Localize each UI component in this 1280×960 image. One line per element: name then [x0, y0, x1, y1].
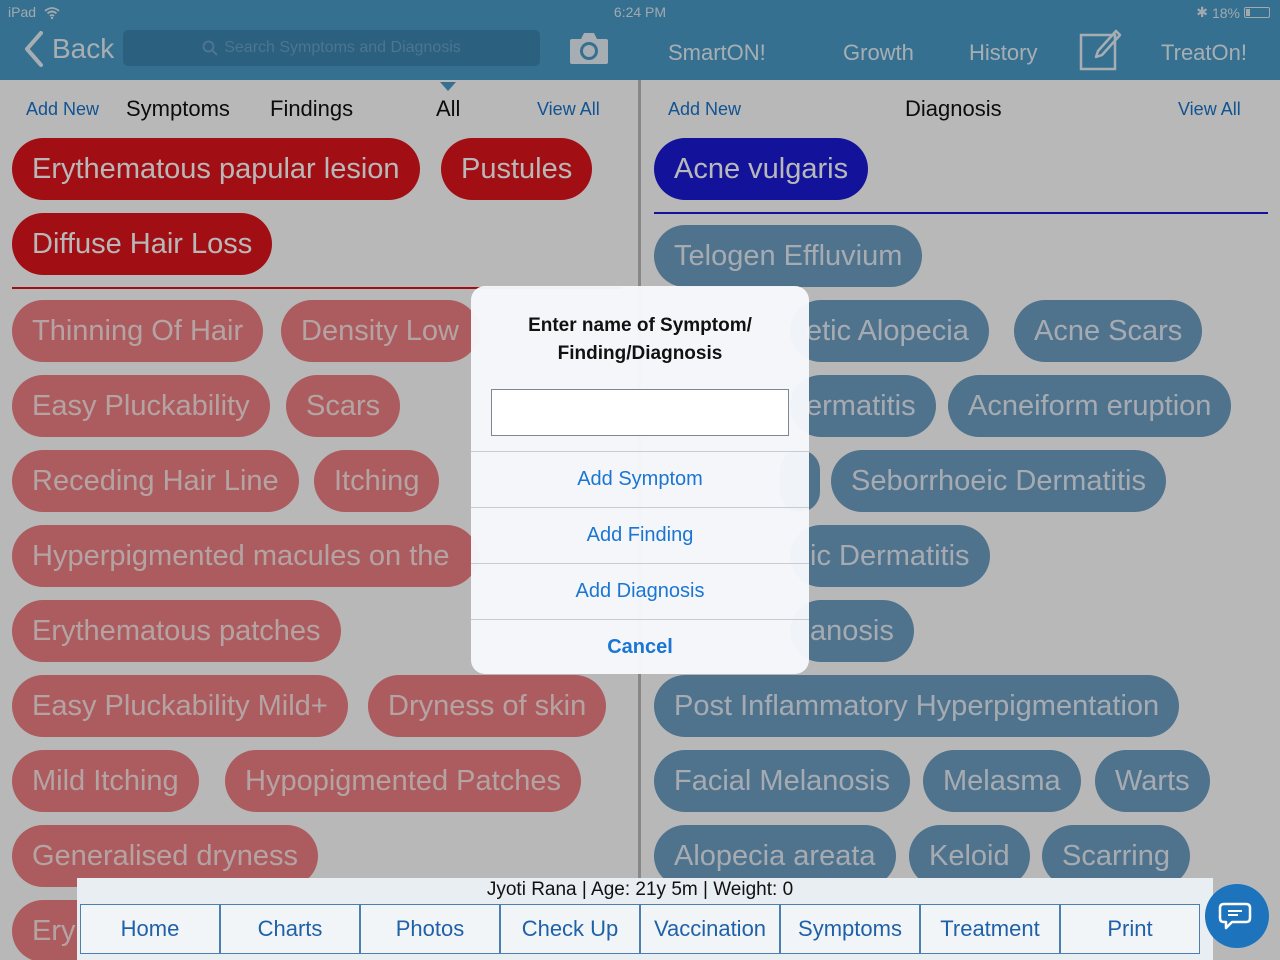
- cancel-button[interactable]: Cancel: [471, 619, 809, 674]
- name-input[interactable]: [491, 389, 789, 436]
- dialog-title: Enter name of Symptom/ Finding/Diagnosis: [471, 312, 809, 368]
- dialog-title-line-2: Finding/Diagnosis: [557, 343, 723, 364]
- check-up-button[interactable]: Check Up: [500, 904, 640, 954]
- dialog-title-line-1: Enter name of Symptom/: [528, 315, 752, 336]
- add-finding-button[interactable]: Add Finding: [471, 507, 809, 563]
- print-button[interactable]: Print: [1060, 904, 1200, 954]
- treatment-button[interactable]: Treatment: [920, 904, 1060, 954]
- add-diagnosis-button[interactable]: Add Diagnosis: [471, 563, 809, 619]
- add-symptom-button[interactable]: Add Symptom: [471, 451, 809, 507]
- vaccination-button[interactable]: Vaccination: [640, 904, 780, 954]
- chat-icon: [1218, 902, 1252, 930]
- chat-button[interactable]: [1205, 884, 1269, 948]
- symptoms-button[interactable]: Symptoms: [780, 904, 920, 954]
- charts-button[interactable]: Charts: [220, 904, 360, 954]
- home-button[interactable]: Home: [80, 904, 220, 954]
- add-item-dialog: Enter name of Symptom/ Finding/Diagnosis…: [471, 286, 809, 674]
- patient-info: Jyoti Rana | Age: 21y 5m | Weight: 0: [486, 879, 794, 900]
- photos-button[interactable]: Photos: [360, 904, 500, 954]
